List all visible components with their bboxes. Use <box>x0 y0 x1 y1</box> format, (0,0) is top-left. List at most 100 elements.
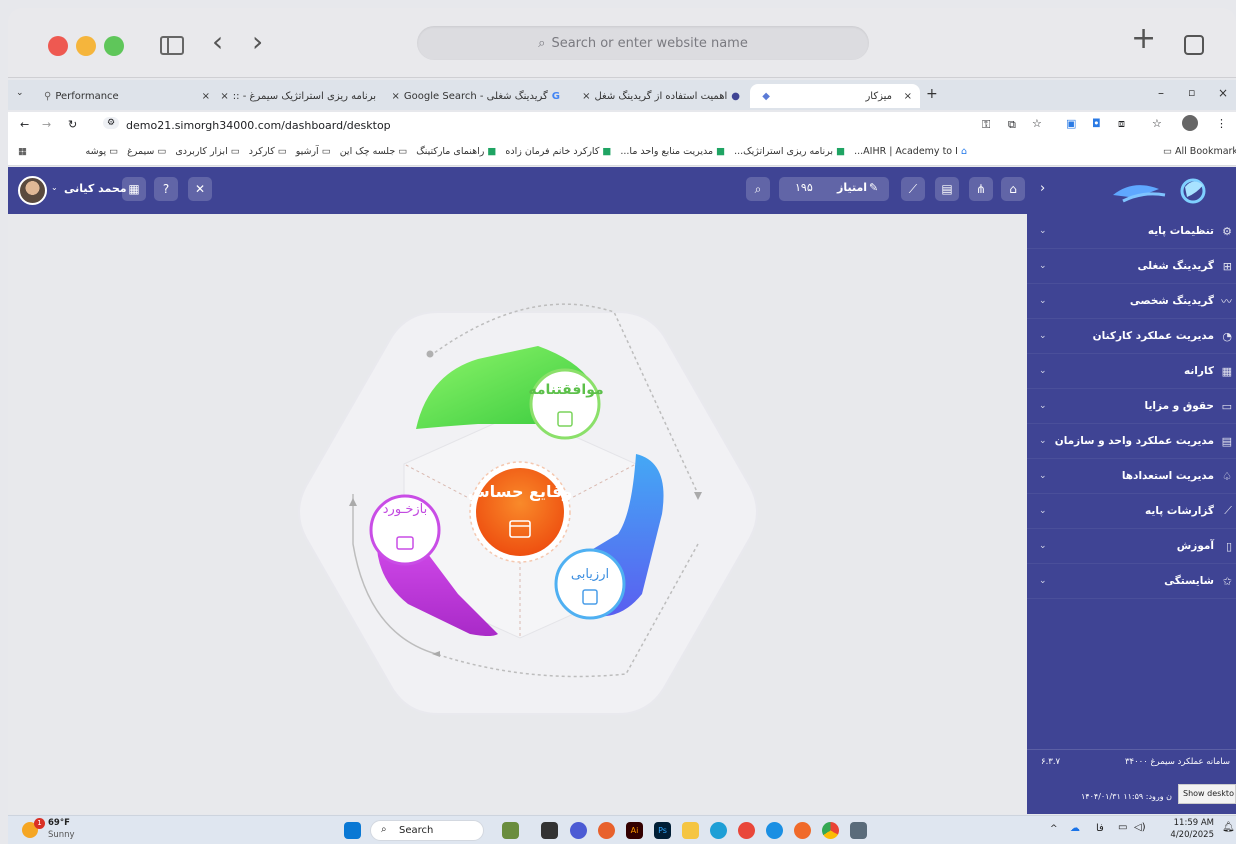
tab-search-chevron-icon[interactable]: ⌄ <box>16 88 24 98</box>
bookmark-folder[interactable]: ▭ جلسه چک این <box>340 146 408 157</box>
fullscreen-icon[interactable]: ✕ <box>188 177 212 201</box>
sidebar-item-unit-performance[interactable]: ▤ مدیریت عملکرد واحد و سازمان ⌄ <box>1027 424 1236 459</box>
sidebar-item-employee-performance[interactable]: ◔ مدیریت عملکرد کارکنان ⌄ <box>1027 319 1236 354</box>
network-icon[interactable]: ▭ <box>1118 822 1127 833</box>
user-name[interactable]: محمد کیانی <box>64 182 127 195</box>
telegram-icon[interactable] <box>766 822 783 839</box>
sidebar-item-competency[interactable]: ✩ شایستگی ⌄ <box>1027 564 1236 599</box>
site-info-icon[interactable]: ⚙ <box>103 117 120 129</box>
tab-desktop-active[interactable]: ◆ میزکار × <box>750 84 920 108</box>
close-window-button[interactable] <box>48 36 68 56</box>
chrome-icon[interactable] <box>822 822 839 839</box>
close-icon[interactable]: × <box>202 91 210 102</box>
bookmark-folder[interactable]: ▭ سیمرغ <box>127 146 166 157</box>
sidebar-item-job-grading[interactable]: ⊞ گریدینگ شغلی ⌄ <box>1027 249 1236 284</box>
minimize-icon[interactable]: – <box>1158 86 1164 100</box>
clock-date[interactable]: 4/20/2025 <box>1160 830 1214 840</box>
clock-time[interactable]: 11:59 AM <box>1160 818 1214 828</box>
close-icon[interactable]: × <box>582 91 590 102</box>
bookmark-item[interactable]: ■ برنامه ریزی استراتژیک... <box>734 146 845 157</box>
bookmark-item[interactable]: ■ راهنمای مارکتینگ <box>416 146 496 157</box>
all-bookmarks-folder[interactable]: ▭ All Bookmarks <box>1163 146 1236 157</box>
safari-search-bar[interactable]: ⌕ Search or enter website name <box>417 26 869 60</box>
evaluation-node[interactable] <box>554 548 626 620</box>
minimize-window-button[interactable] <box>76 36 96 56</box>
sidebar-item-training[interactable]: ▯ آموزش ⌄ <box>1027 529 1236 564</box>
close-icon[interactable]: × <box>220 91 228 102</box>
tab-google-search[interactable]: G گریدینگ شغلی - Google Search × <box>393 84 568 108</box>
app-orange-icon[interactable] <box>598 822 615 839</box>
volume-icon[interactable]: ◁) <box>1134 822 1146 833</box>
tab-grading-article[interactable]: ● اهمیت استفاده از گریدینگ شغل × <box>573 84 748 108</box>
bookmark-folder[interactable]: ▭ آرشیو <box>296 146 331 157</box>
org-chart-icon[interactable]: ⋔ <box>969 177 993 201</box>
bookmark-star-icon[interactable]: ☆ <box>1032 117 1042 130</box>
url-field[interactable]: demo21.simorgh34000.com/dashboard/deskto… <box>126 119 391 132</box>
chat-icon[interactable] <box>570 822 587 839</box>
sidebar-item-personal-grading[interactable]: 〰 گریدینگ شخصی ⌄ <box>1027 284 1236 319</box>
back-icon[interactable]: ‹ <box>212 28 223 56</box>
close-window-icon[interactable]: × <box>1218 86 1228 100</box>
photoshop-icon[interactable]: Ps <box>654 822 671 839</box>
language-indicator[interactable]: فا <box>1096 823 1104 834</box>
cast-icon[interactable]: ⧉ <box>1008 118 1016 132</box>
bookmark-folder[interactable]: ▭ پوشه <box>86 146 119 157</box>
edge-icon[interactable] <box>710 822 727 839</box>
restore-icon[interactable]: ▫ <box>1188 86 1195 99</box>
bookmark-item[interactable]: ⌂ AIHR | Academy to I... <box>854 146 967 157</box>
app-red-icon[interactable] <box>738 822 755 839</box>
bookmark-item[interactable]: ■ مدیریت منابع واحد ما... <box>620 146 725 157</box>
cloud-icon[interactable]: ☁ <box>1070 823 1080 834</box>
tab-performance[interactable]: ⚲ Performance × <box>36 84 216 108</box>
profile-avatar-icon[interactable] <box>1182 115 1198 131</box>
forward-arrow-icon[interactable]: → <box>42 118 51 131</box>
extensions-puzzle-icon[interactable]: ⧈ <box>1118 117 1125 131</box>
taskbar-search[interactable]: ⌕ Search <box>370 820 484 841</box>
back-arrow-icon[interactable]: ← <box>20 118 29 131</box>
sidebar-toggle-icon[interactable] <box>160 36 184 55</box>
close-icon[interactable]: × <box>393 91 400 102</box>
apps-grid-icon[interactable]: ▦ <box>18 146 27 157</box>
collapse-sidebar-icon[interactable]: › <box>1040 181 1045 196</box>
extension2-icon[interactable]: ◘ <box>1092 117 1101 130</box>
task-view-icon[interactable] <box>541 822 558 839</box>
bookmark-item[interactable]: ■ کارکرد خانم فرمان زاده <box>505 146 611 157</box>
sidebar-item-reports[interactable]: ⟋ گزارشات پایه ⌄ <box>1027 494 1236 529</box>
sidebar-item-salary[interactable]: ▭ حقوق و مزایا ⌄ <box>1027 389 1236 424</box>
extension-icon[interactable]: ▣ <box>1066 117 1076 130</box>
user-chevron-icon[interactable]: ⌄ <box>51 183 58 192</box>
chart-icon[interactable]: ⟋ <box>901 177 925 201</box>
password-key-icon[interactable]: ⚿ <box>982 118 990 132</box>
close-icon[interactable]: × <box>904 91 912 102</box>
windows-start-icon[interactable] <box>344 822 361 839</box>
sidebar-item-base-settings[interactable]: ⚙ تنظیمات پایه ⌄ <box>1027 214 1236 249</box>
id-card-icon[interactable]: ▤ <box>935 177 959 201</box>
search-icon[interactable]: ⌕ <box>746 177 770 201</box>
tray-chevron-icon[interactable]: ^ <box>1050 824 1058 834</box>
reload-icon[interactable]: ↻ <box>68 118 77 131</box>
new-tab-plus-icon[interactable]: + <box>926 86 938 102</box>
bookmark-folder[interactable]: ▭ کارکرد <box>249 146 287 157</box>
zoom-window-button[interactable] <box>104 36 124 56</box>
favorites-icon[interactable]: ☆ <box>1152 117 1162 130</box>
agreement-node[interactable] <box>529 368 601 440</box>
calculator-icon[interactable] <box>850 822 867 839</box>
notifications-bell-icon[interactable]: 🔔︎ <box>1222 822 1235 833</box>
help-icon[interactable]: ? <box>154 177 178 201</box>
bookmark-folder[interactable]: ▭ ابزار کاربردی <box>175 146 239 157</box>
calendar-icon[interactable]: ▦ <box>122 177 146 201</box>
new-tab-icon[interactable]: + <box>1131 24 1156 54</box>
sidebar-item-talent[interactable]: ♤ مدیریت استعدادها ⌄ <box>1027 459 1236 494</box>
home-icon[interactable]: ⌂ <box>1001 177 1025 201</box>
avatar[interactable] <box>18 176 47 205</box>
app-icon[interactable] <box>502 822 519 839</box>
more-menu-icon[interactable]: ⋮ <box>1216 117 1227 130</box>
sidebar-item-bonus[interactable]: ▦ کارانه ⌄ <box>1027 354 1236 389</box>
illustrator-icon[interactable]: Ai <box>626 822 643 839</box>
file-explorer-icon[interactable] <box>682 822 699 839</box>
forward-icon[interactable]: › <box>252 28 263 56</box>
tab-strategic[interactable]: برنامه ریزی استراتژیک سیمرغ - :: × <box>218 84 388 108</box>
points-box[interactable]: ۱۹۵ امتیاز ✎ <box>779 177 889 201</box>
app-c-icon[interactable] <box>794 822 811 839</box>
tabs-overview-icon[interactable] <box>1184 35 1204 55</box>
